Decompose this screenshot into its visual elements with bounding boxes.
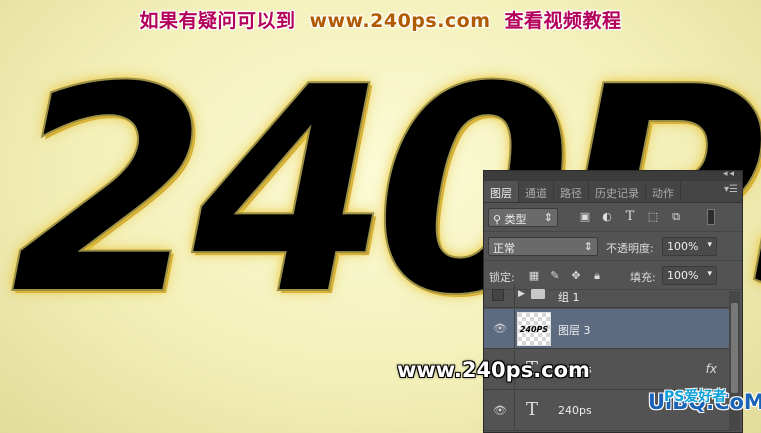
type-filter-icon[interactable]: T xyxy=(623,210,637,224)
search-icon: ⚲ xyxy=(493,213,502,226)
filter-row: ⚲ 类型 ⇕ ▣ ◐ T ⬚ ⧉ xyxy=(484,203,742,232)
fill-label: 填充: xyxy=(630,271,656,284)
watermark-url: www.240ps.com xyxy=(397,358,590,382)
filter-toggle[interactable] xyxy=(707,209,715,225)
lock-label: 锁定: xyxy=(489,271,515,284)
panel-menu-icon[interactable]: ▾☰ xyxy=(724,184,738,195)
opacity-value: 100% xyxy=(667,240,699,253)
tab-layers[interactable]: 图层 xyxy=(484,181,519,202)
chevron-updown-icon: ⇕ xyxy=(543,211,553,224)
text-layer-icon: T xyxy=(526,399,539,420)
image-filter-icon[interactable]: ▣ xyxy=(578,210,592,224)
site-logo-badge: PS爱好者 xyxy=(664,389,727,405)
opacity-label: 不透明度: xyxy=(606,242,654,255)
lock-brush-icon[interactable]: ✎ xyxy=(548,269,562,283)
collapse-icon[interactable]: ◂◂ xyxy=(723,169,736,179)
layer-row[interactable]: 👁︎ 240PS 图层 3 xyxy=(484,309,729,349)
chevron-updown-icon: ⇕ xyxy=(583,240,593,253)
panel-titlebar[interactable]: ◂◂ xyxy=(484,169,742,181)
eye-icon[interactable]: 👁︎ xyxy=(492,322,508,335)
eye-icon[interactable]: 👁︎ xyxy=(492,404,508,417)
tab-paths[interactable]: 路径 xyxy=(554,181,589,202)
chevron-down-icon: ▾ xyxy=(707,269,712,279)
fx-icon[interactable]: fx xyxy=(706,362,717,376)
layer-name: 图层 3 xyxy=(558,324,591,337)
fill-input[interactable]: 100% ▾ xyxy=(662,266,717,285)
layer-name: 240ps xyxy=(558,404,592,417)
panel-tabs: 图层 通道 路径 历史记录 动作 ▾☰ xyxy=(484,181,742,203)
blend-row: 正常 ⇕ 不透明度: 100% ▾ xyxy=(484,232,742,261)
opacity-input[interactable]: 100% ▾ xyxy=(662,237,717,256)
smart-object-filter-icon[interactable]: ⧉ xyxy=(669,210,683,224)
chevron-down-icon: ▾ xyxy=(707,240,712,250)
adjustment-filter-icon[interactable]: ◐ xyxy=(600,210,614,224)
layer-thumbnail: 240PS xyxy=(517,312,551,346)
blend-mode-value: 正常 xyxy=(493,242,515,255)
fill-value: 100% xyxy=(667,269,699,282)
visibility-off-icon[interactable] xyxy=(492,289,504,301)
tab-channels[interactable]: 通道 xyxy=(519,181,554,202)
blend-mode-select[interactable]: 正常 ⇕ xyxy=(488,237,598,256)
scrollbar-thumb[interactable] xyxy=(731,303,738,393)
expand-triangle-icon[interactable]: ▶ xyxy=(518,289,525,299)
filter-kind-select[interactable]: ⚲ 类型 ⇕ xyxy=(488,208,558,227)
shape-filter-icon[interactable]: ⬚ xyxy=(646,210,660,224)
lock-all-icon[interactable]: 🔒︎ xyxy=(590,269,604,283)
tab-actions[interactable]: 动作 xyxy=(646,181,681,202)
site-logo: UiBQ.CoM PS爱好者 xyxy=(648,389,761,414)
folder-icon xyxy=(531,289,545,299)
layer-name: 组 1 xyxy=(558,291,580,304)
filter-kind-label: 类型 xyxy=(504,213,527,226)
tab-history[interactable]: 历史记录 xyxy=(589,181,646,202)
lock-position-icon[interactable]: ✥ xyxy=(569,269,583,283)
lock-transparency-icon[interactable]: ▦ xyxy=(527,269,541,283)
layer-row[interactable]: ▶ 组 1 xyxy=(484,284,729,308)
